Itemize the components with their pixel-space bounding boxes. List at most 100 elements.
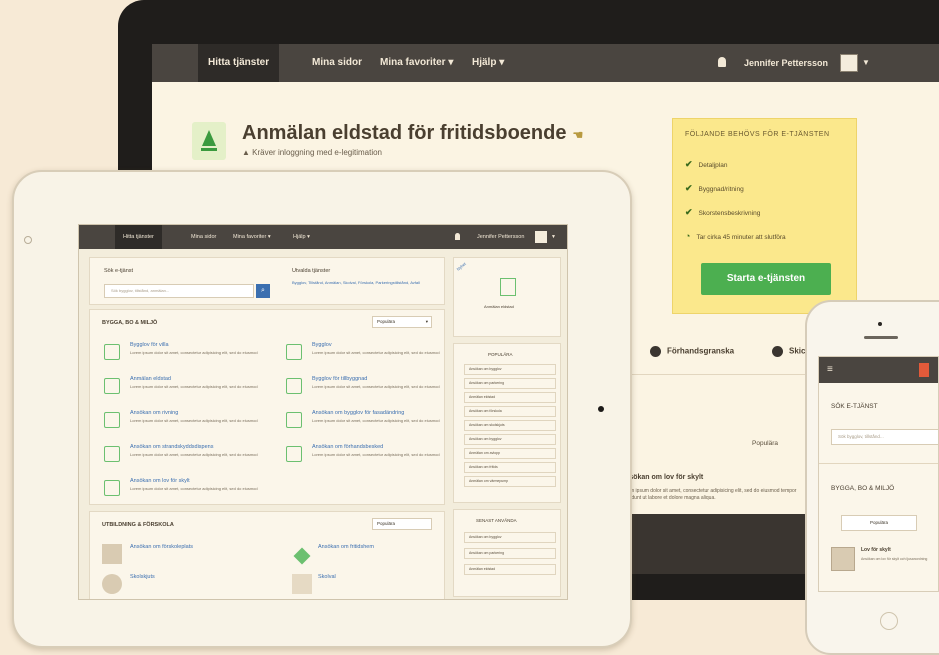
menu-icon[interactable]: ≡ (827, 365, 837, 375)
popular-select[interactable]: Populära (752, 440, 778, 447)
featured-service-name: Anmälan eldstad (484, 304, 514, 309)
new-badge: Nyhet (455, 261, 467, 272)
house-icon (104, 344, 120, 360)
start-service-button[interactable]: Starta e-tjänsten (701, 263, 831, 295)
nav-item-find-services[interactable]: Hitta tjänster (115, 225, 162, 249)
nav-item-my-favorites[interactable]: Mina favoriter ▾ (225, 225, 279, 249)
list-item[interactable]: Anmälan om värmepump (464, 476, 556, 487)
search-input[interactable]: Sök bygglov, tillstånd... (831, 429, 938, 445)
user-icon: ▲ (242, 148, 250, 157)
user-name[interactable]: Jennifer Pettersson (469, 225, 532, 249)
service-description: Ansökan om lov för skylt och ljusanordni… (861, 557, 928, 561)
section-title: BYGGA, BO & MILJÖ (831, 485, 895, 492)
service-title[interactable]: Ansökan om lov för skylt (620, 474, 703, 481)
sort-select[interactable]: Populära (372, 518, 432, 530)
service-link[interactable]: Anmälan eldstad (130, 376, 171, 382)
list-item[interactable]: Ansökan om bygglov (464, 434, 556, 445)
featured-service-card[interactable]: Nyhet Anmälan eldstad (453, 257, 561, 337)
service-description: Lorem ipsum dolor sit amet, consectetur … (130, 418, 258, 423)
service-link[interactable]: Ansökan om strandskyddsdispens (130, 444, 213, 450)
avatar[interactable] (535, 231, 547, 243)
login-requirement: ▲ Kräver inloggning med e-legitimation (242, 148, 383, 157)
tablet-screen: Hitta tjänster Mina sidor Mina favoriter… (78, 224, 568, 600)
search-icon: ⌕ (261, 287, 265, 294)
phone-screen: ≡ SÖK E-TJÄNST Sök bygglov, tillstånd...… (818, 356, 939, 592)
search-label: Sök e-tjänst (104, 268, 134, 274)
list-item[interactable]: Ansökan om parkering (464, 378, 556, 389)
diamond-icon (293, 547, 311, 565)
sign-icon (104, 480, 120, 496)
recent-title: SENAST ANVÄNDA (476, 518, 517, 523)
phone-camera (878, 322, 882, 326)
brand-logo (919, 363, 929, 377)
service-link[interactable]: Lov för skylt (861, 547, 891, 553)
list-item[interactable]: Ansökan om skolskjuts (464, 420, 556, 431)
flame-icon (104, 378, 120, 394)
search-card: Sök e-tjänst Sök bygglov, tillstånd, anm… (89, 257, 445, 305)
section-title: BYGGA, BO & MILJÖ (102, 320, 158, 326)
service-link[interactable]: Ansökan om rivning (130, 410, 178, 416)
service-description: Lorem ipsum dolor sit amet, consectetur … (312, 418, 440, 423)
nav-item-help[interactable]: Hjälp ▾ (285, 225, 318, 249)
service-logo (192, 122, 226, 160)
nav-item-help[interactable]: Hjälp ▾ (462, 44, 514, 82)
phone-home-button[interactable] (880, 612, 898, 630)
service-description: Lorem ipsum dolor sit amet, consectetur … (130, 350, 258, 355)
service-link[interactable]: Skolskjuts (130, 574, 155, 580)
avatar[interactable] (840, 54, 858, 72)
service-link[interactable]: Bygglov för tillbyggnad (312, 376, 367, 382)
nav-item-my-pages[interactable]: Mina sidor (302, 44, 372, 82)
service-description: Lorem ipsum dolor sit amet, consectetur … (130, 452, 258, 457)
chevron-down-icon[interactable]: ▼ (551, 225, 556, 249)
step-number-icon (650, 346, 661, 357)
tablet-camera (24, 236, 32, 244)
flame-icon (500, 278, 516, 296)
service-description: Lorem ipsum dolor sit amet, consectetur … (620, 488, 797, 501)
list-item[interactable]: Anmälan eldstad (464, 564, 556, 575)
clock-icon: ◔ (685, 231, 691, 241)
service-link[interactable]: Ansökan om förskoleplats (130, 544, 193, 550)
list-item[interactable]: Anmälan eldstad (464, 392, 556, 403)
sort-select[interactable]: Populära ▾ (372, 316, 432, 328)
sort-select[interactable]: Populära (841, 515, 917, 531)
demolish-icon (104, 412, 120, 428)
service-thumbnail (102, 544, 122, 564)
step-preview[interactable]: Förhandsgranska (650, 346, 734, 357)
chevron-down-icon[interactable]: ▼ (862, 44, 870, 82)
step-number-icon (772, 346, 783, 357)
list-item[interactable]: Ansökan om bygglov (464, 532, 556, 543)
search-input[interactable]: Sök bygglov, tillstånd, anmälan... (104, 284, 254, 298)
nav-item-find-services[interactable]: Hitta tjänster (198, 44, 280, 82)
check-icon: ✔ (685, 207, 693, 217)
section-title: UTBILDNING & FÖRSKOLA (102, 522, 174, 528)
service-description: Lorem ipsum dolor sit amet, consectetur … (130, 486, 258, 491)
service-description: Lorem ipsum dolor sit amet, consectetur … (312, 452, 440, 457)
shore-icon (104, 446, 120, 462)
phone-speaker (864, 336, 898, 339)
extension-icon (286, 378, 302, 394)
nav-item-my-pages[interactable]: Mina sidor (183, 225, 224, 249)
list-item[interactable]: Ansökan om parkering (464, 548, 556, 559)
service-link[interactable]: Ansökan om lov för skylt (130, 478, 190, 484)
service-link[interactable]: Ansökan om bygglov för fasadändring (312, 410, 404, 416)
service-link[interactable]: Ansökan om fritidshem (318, 544, 374, 550)
user-icon (718, 57, 726, 67)
category-card-building: BYGGA, BO & MILJÖ Populära ▾ Bygglov för … (89, 309, 445, 505)
cursor-icon: ☚ (572, 128, 584, 142)
service-link[interactable]: Skolval (318, 574, 336, 580)
search-label: SÖK E-TJÄNST (831, 403, 878, 410)
list-item[interactable]: Anmälan om avlopp (464, 448, 556, 459)
list-item[interactable]: Ansökan om fritids (464, 462, 556, 473)
search-button[interactable]: ⌕ (256, 284, 270, 298)
user-name[interactable]: Jennifer Pettersson (744, 44, 828, 82)
service-link[interactable]: Bygglov för villa (130, 342, 169, 348)
featured-links[interactable]: Bygglov, Tillstånd, Anmälan, Skolval, Fö… (292, 280, 438, 286)
list-item[interactable]: Ansökan om bygglov (464, 364, 556, 375)
popular-list-card: POPULÄRA Ansökan om bygglov Ansökan om p… (453, 343, 561, 503)
service-link[interactable]: Bygglov (312, 342, 332, 348)
list-item[interactable]: Ansökan om förskola (464, 406, 556, 417)
laptop-nav-bar: Hitta tjänster Mina sidor Mina favoriter… (152, 44, 939, 82)
service-thumbnail (831, 547, 855, 571)
service-link[interactable]: Ansökan om förhandsbesked (312, 444, 383, 450)
nav-item-my-favorites[interactable]: Mina favoriter ▾ (370, 44, 463, 82)
